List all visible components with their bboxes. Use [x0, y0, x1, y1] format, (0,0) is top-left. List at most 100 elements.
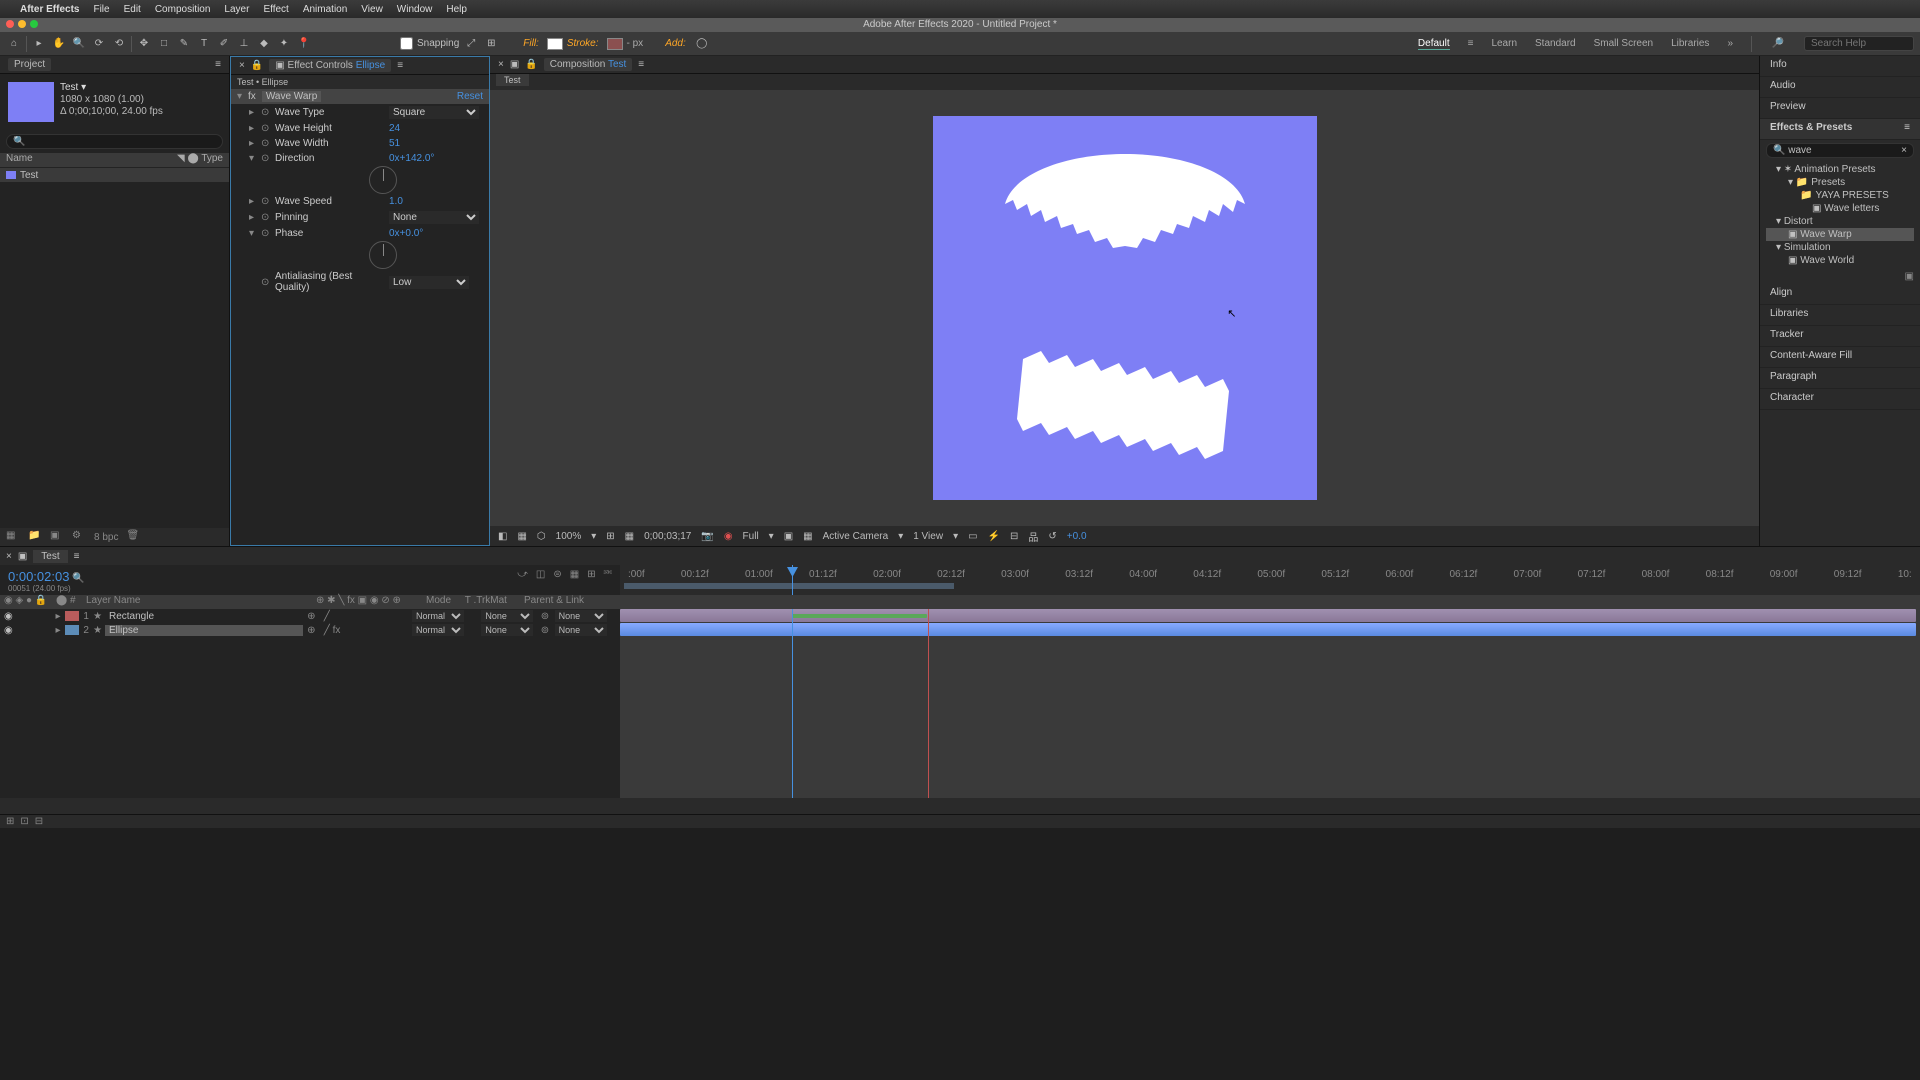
tree-distort[interactable]: ▾ Distort	[1766, 215, 1914, 228]
direction-value[interactable]: 0x+142.0°	[389, 153, 434, 164]
menu-animation[interactable]: Animation	[303, 4, 347, 15]
region-icon[interactable]: ▣	[784, 531, 793, 542]
stopwatch-icon[interactable]: ⊙	[261, 228, 271, 239]
tree-animation-presets[interactable]: ▾ ✶ Animation Presets	[1766, 163, 1914, 176]
orbit-tool-icon[interactable]: ⟳	[91, 36, 107, 52]
panel-libraries[interactable]: Libraries	[1760, 305, 1920, 326]
alpha-icon[interactable]: ◧	[498, 531, 507, 542]
parent-select[interactable]: None	[555, 624, 607, 636]
snap-opt-icon[interactable]: ⤢	[463, 36, 479, 52]
frame-blend-icon[interactable]: ◫	[536, 569, 545, 580]
trash-icon[interactable]: 🗑	[126, 530, 140, 544]
type-tool-icon[interactable]: T	[196, 36, 212, 52]
panel-menu-icon[interactable]: ≡	[74, 551, 80, 562]
eraser-tool-icon[interactable]: ◆	[256, 36, 272, 52]
menu-layer[interactable]: Layer	[224, 4, 249, 15]
stopwatch-icon[interactable]: ⊙	[261, 196, 271, 207]
fast-preview-icon[interactable]: ⚡	[988, 531, 1000, 542]
shy-icon[interactable]: ⤻	[517, 569, 528, 580]
visibility-toggle[interactable]: ◉	[0, 611, 24, 622]
project-search-input[interactable]	[6, 134, 223, 149]
bpc-toggle[interactable]: 8 bpc	[94, 532, 118, 543]
project-tab[interactable]: Project	[8, 58, 51, 71]
fx-close-icon[interactable]: ×	[239, 60, 245, 71]
twirl-down-icon[interactable]: ▾	[249, 153, 257, 164]
clear-search-icon[interactable]: ×	[1901, 145, 1907, 156]
menu-view[interactable]: View	[361, 4, 383, 15]
layer-row-rectangle[interactable]: ◉ ▸ 1 ★ Rectangle ⊕ ╱ Normal None ⊚ None	[0, 609, 620, 623]
tl-close-icon[interactable]: ×	[6, 551, 12, 562]
toggle-modes-icon[interactable]: ⊡	[20, 816, 28, 827]
wave-speed-value[interactable]: 1.0	[389, 196, 403, 207]
app-name[interactable]: After Effects	[20, 4, 79, 15]
phase-value[interactable]: 0x+0.0°	[389, 228, 423, 239]
panel-menu-icon[interactable]: ≡	[638, 59, 644, 70]
new-comp-icon[interactable]: ▣	[50, 530, 64, 544]
window-minimize-icon[interactable]	[18, 20, 26, 28]
panel-content-aware-fill[interactable]: Content-Aware Fill	[1760, 347, 1920, 368]
camera-select[interactable]: Active Camera	[823, 531, 889, 542]
timeline-tab[interactable]: Test	[33, 550, 67, 563]
workspace-overflow-icon[interactable]: »	[1727, 38, 1733, 49]
graph-editor-icon[interactable]: ▦	[570, 569, 579, 580]
twirl-icon[interactable]: ▸	[249, 107, 257, 118]
home-icon[interactable]: ⌂	[6, 36, 22, 52]
current-timecode[interactable]: 0:00:02:03	[8, 569, 69, 584]
fill-swatch[interactable]	[547, 38, 563, 50]
folder-icon[interactable]: 📁	[28, 530, 42, 544]
window-zoom-icon[interactable]	[30, 20, 38, 28]
roto-tool-icon[interactable]: ✦	[276, 36, 292, 52]
menu-file[interactable]: File	[93, 4, 109, 15]
stopwatch-icon[interactable]: ⊙	[261, 138, 271, 149]
window-close-icon[interactable]	[6, 20, 14, 28]
layer-color-swatch[interactable]	[65, 611, 79, 621]
playhead-line[interactable]	[792, 609, 793, 798]
selection-tool-icon[interactable]: ▸	[31, 36, 47, 52]
panel-effects-presets[interactable]: Effects & Presets≡	[1760, 119, 1920, 140]
layer-name[interactable]: Rectangle	[105, 611, 303, 622]
work-area[interactable]	[624, 583, 954, 589]
project-columns[interactable]: Name ◥ ⬤ Type	[0, 153, 229, 167]
composition-tab-title[interactable]: Composition	[550, 59, 606, 70]
zoom-tool-icon[interactable]: 🔍	[71, 36, 87, 52]
stroke-swatch[interactable]	[607, 38, 623, 50]
hand-tool-icon[interactable]: ✋	[51, 36, 67, 52]
comp-thumbnail[interactable]	[8, 82, 54, 122]
panel-align[interactable]: Align	[1760, 284, 1920, 305]
fx-toggle-icon[interactable]: fx	[248, 91, 256, 102]
menu-edit[interactable]: Edit	[124, 4, 141, 15]
mask-icon[interactable]: ⬡	[537, 531, 546, 542]
playhead[interactable]	[792, 565, 793, 595]
lock-icon[interactable]: 🔒	[525, 59, 537, 70]
search-icon[interactable]: 🔎	[1770, 36, 1786, 52]
stopwatch-icon[interactable]: ⊙	[261, 107, 271, 118]
interpret-icon[interactable]: ▦	[6, 530, 20, 544]
toggle-switches-icon[interactable]: ⊞	[6, 816, 14, 827]
reset-exposure-icon[interactable]: ↺	[1048, 531, 1056, 542]
panel-info[interactable]: Info	[1760, 56, 1920, 77]
menu-composition[interactable]: Composition	[155, 4, 211, 15]
layer-color-swatch[interactable]	[65, 625, 79, 635]
blend-mode-select[interactable]: Normal	[412, 610, 464, 622]
col-type[interactable]: Type	[201, 153, 223, 164]
panel-menu-icon[interactable]: ≡	[215, 59, 221, 70]
layer-row-ellipse[interactable]: ◉ ▸ 2 ★ Ellipse ⊕ ╱ fx Normal None ⊚ Non…	[0, 623, 620, 637]
viewer-close-icon[interactable]: ×	[498, 59, 504, 70]
col-trkmat[interactable]: T .TrkMat	[465, 595, 507, 606]
timeline-search-icon[interactable]: 🔍	[72, 573, 84, 584]
rectangle-tool-icon[interactable]: □	[156, 36, 172, 52]
menu-effect[interactable]: Effect	[263, 4, 288, 15]
trkmat-select[interactable]: None	[481, 624, 533, 636]
ep-search-input[interactable]: wave	[1788, 145, 1811, 156]
clone-tool-icon[interactable]: ⊥	[236, 36, 252, 52]
stopwatch-icon[interactable]: ⊙	[261, 277, 271, 288]
phase-dial[interactable]	[369, 241, 397, 269]
viewer-timecode[interactable]: 0;00;03;17	[644, 531, 691, 542]
panel-preview[interactable]: Preview	[1760, 98, 1920, 119]
workspace-default[interactable]: Default	[1418, 38, 1450, 50]
stroke-label[interactable]: Stroke:	[567, 38, 599, 49]
project-item-test[interactable]: Test	[0, 168, 229, 182]
panel-menu-icon[interactable]: ≡	[397, 60, 403, 71]
comp-tab[interactable]: Test	[496, 74, 529, 86]
workspace-menu-icon[interactable]: ≡	[1468, 38, 1474, 49]
